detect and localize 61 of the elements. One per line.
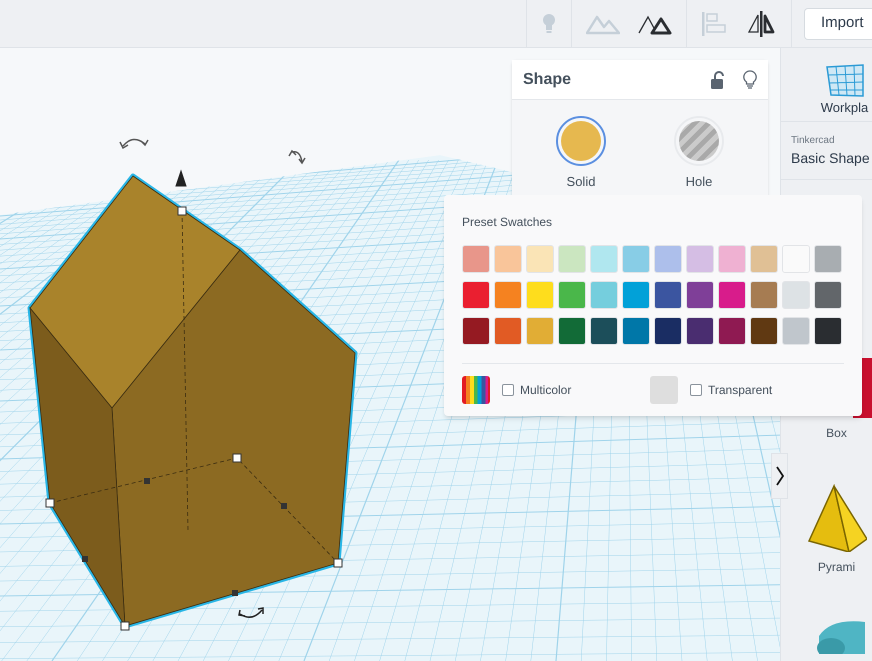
color-swatch[interactable]: [718, 317, 746, 345]
color-swatch[interactable]: [654, 281, 682, 309]
panel-title: Shape: [523, 70, 572, 90]
house-shape-drawing[interactable]: [28, 174, 358, 630]
library-name[interactable]: Basic Shape: [791, 148, 872, 168]
shape-label: Box: [826, 425, 847, 442]
color-swatch[interactable]: [494, 281, 522, 309]
option-checkbox[interactable]: Transparent: [690, 381, 772, 399]
workplane-label: Workpla: [820, 98, 868, 117]
color-swatch[interactable]: [814, 317, 842, 345]
lightbulb-icon[interactable]: [743, 70, 757, 90]
shape-label: Pyrami: [818, 559, 856, 576]
color-swatch[interactable]: [718, 245, 746, 273]
rotate-arrow-icon[interactable]: [288, 150, 306, 164]
rotate-arrow-icon[interactable]: [238, 607, 264, 618]
color-swatch[interactable]: [462, 281, 490, 309]
unlocked-padlock-icon[interactable]: [711, 70, 725, 88]
color-swatch[interactable]: [494, 317, 522, 345]
solid-option[interactable]: Solid: [546, 116, 616, 192]
color-swatch[interactable]: [462, 245, 490, 273]
color-swatch[interactable]: [686, 245, 714, 273]
color-swatch[interactable]: [590, 281, 618, 309]
color-swatch[interactable]: [686, 281, 714, 309]
color-swatch[interactable]: [526, 317, 554, 345]
pyramid-thumbnail[interactable]: [806, 484, 866, 552]
color-swatch[interactable]: [590, 245, 618, 273]
color-swatch[interactable]: [462, 317, 490, 345]
import-button[interactable]: Import: [804, 8, 872, 40]
color-swatch[interactable]: [686, 317, 714, 345]
popup-title: Preset Swatches: [462, 214, 554, 231]
rotate-arrow-icon[interactable]: [119, 138, 149, 149]
color-swatch[interactable]: [558, 281, 586, 309]
color-swatch[interactable]: [718, 281, 746, 309]
color-swatch[interactable]: [750, 245, 778, 273]
color-swatch[interactable]: [782, 245, 810, 273]
color-swatch[interactable]: [654, 245, 682, 273]
color-swatch[interactable]: [558, 245, 586, 273]
color-swatch[interactable]: [526, 281, 554, 309]
color-swatch[interactable]: [590, 317, 618, 345]
color-swatch[interactable]: [494, 245, 522, 273]
up-arrow-icon[interactable]: [175, 170, 186, 186]
hole-option[interactable]: Hole: [664, 116, 734, 192]
color-swatch[interactable]: [622, 245, 650, 273]
color-swatch[interactable]: [814, 245, 842, 273]
rainbow-swatch[interactable]: [462, 376, 490, 404]
color-swatch[interactable]: [622, 281, 650, 309]
color-swatch[interactable]: [750, 317, 778, 345]
color-swatch[interactable]: [558, 317, 586, 345]
workplane-grid-icon[interactable]: [824, 64, 864, 98]
color-swatch[interactable]: [622, 317, 650, 345]
option-checkbox[interactable]: Multicolor: [502, 381, 572, 399]
color-swatch[interactable]: [750, 281, 778, 309]
color-swatch[interactable]: [782, 317, 810, 345]
chevron-right-icon: [776, 466, 784, 486]
transparent-swatch[interactable]: [650, 376, 678, 404]
color-swatch[interactable]: [526, 245, 554, 273]
library-source: Tinkercad: [791, 134, 836, 148]
color-swatch[interactable]: [654, 317, 682, 345]
color-swatch[interactable]: [782, 281, 810, 309]
collapse-panel-button[interactable]: [771, 453, 788, 499]
color-swatch[interactable]: [814, 281, 842, 309]
